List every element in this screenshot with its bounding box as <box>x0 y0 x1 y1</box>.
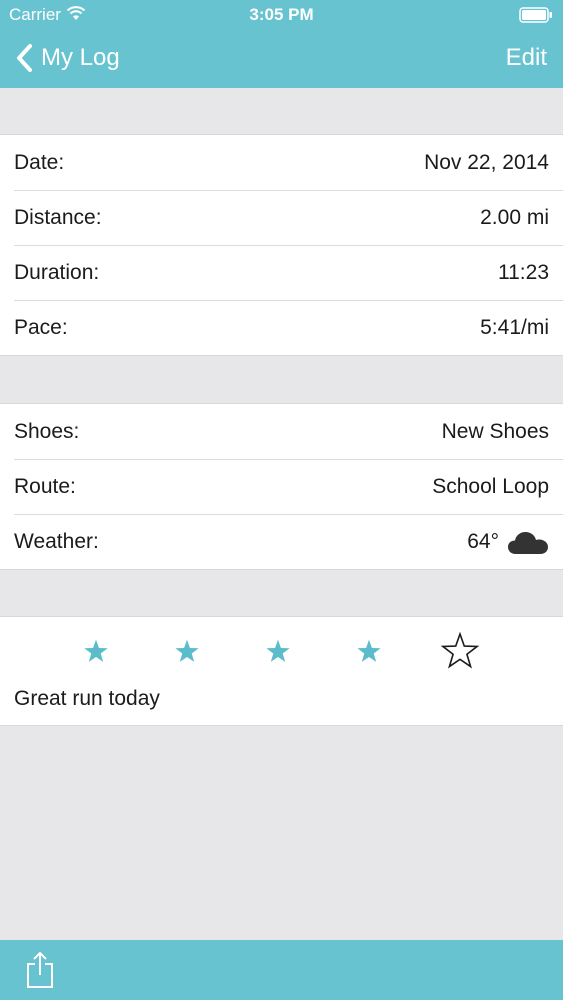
star-filled-icon[interactable] <box>258 631 298 671</box>
cloud-icon <box>508 531 548 554</box>
date-row[interactable]: Date: Nov 22, 2014 <box>0 135 563 190</box>
star-filled-icon[interactable] <box>349 631 389 671</box>
status-bar: Carrier 3:05 PM <box>0 0 563 30</box>
pace-row[interactable]: Pace: 5:41/mi <box>0 300 563 355</box>
run-details-section: Shoes: New Shoes Route: School Loop Weat… <box>0 403 563 570</box>
rating-notes-section: Great run today <box>0 616 563 726</box>
back-button[interactable]: My Log <box>14 41 120 75</box>
duration-value: 11:23 <box>498 260 549 284</box>
date-value: Nov 22, 2014 <box>424 150 549 174</box>
chevron-left-icon <box>17 44 32 72</box>
bottom-toolbar <box>0 940 563 1000</box>
weather-value-group: 64° <box>467 529 549 555</box>
pace-label: Pace: <box>14 315 68 339</box>
distance-row[interactable]: Distance: 2.00 mi <box>0 190 563 245</box>
duration-row[interactable]: Duration: 11:23 <box>0 245 563 300</box>
star-empty-icon[interactable] <box>440 631 480 671</box>
share-icon[interactable] <box>25 950 55 990</box>
weather-temperature: 64° <box>467 529 499 553</box>
shoes-label: Shoes: <box>14 419 80 443</box>
edit-button[interactable]: Edit <box>506 44 547 72</box>
star-filled-icon[interactable] <box>167 631 207 671</box>
status-time: 3:05 PM <box>249 5 314 24</box>
run-notes[interactable]: Great run today <box>14 687 160 711</box>
distance-value: 2.00 mi <box>480 205 549 229</box>
navigation-bar: Carrier 3:05 PM My Log Edit <box>0 0 563 88</box>
distance-label: Distance: <box>14 205 102 229</box>
route-value: School Loop <box>432 474 549 498</box>
star-filled-icon[interactable] <box>76 631 116 671</box>
weather-row[interactable]: Weather: 64° <box>0 514 563 569</box>
duration-label: Duration: <box>14 260 100 284</box>
run-stats-section: Date: Nov 22, 2014 Distance: 2.00 mi Dur… <box>0 134 563 356</box>
pace-value: 5:41/mi <box>480 315 549 339</box>
back-button-label: My Log <box>41 44 120 71</box>
shoes-row[interactable]: Shoes: New Shoes <box>0 404 563 459</box>
battery-icon <box>519 7 552 23</box>
route-label: Route: <box>14 474 76 498</box>
shoes-value: New Shoes <box>441 419 549 443</box>
weather-label: Weather: <box>14 529 99 553</box>
star-rating[interactable] <box>0 631 563 675</box>
date-label: Date: <box>14 150 65 174</box>
route-row[interactable]: Route: School Loop <box>0 459 563 514</box>
